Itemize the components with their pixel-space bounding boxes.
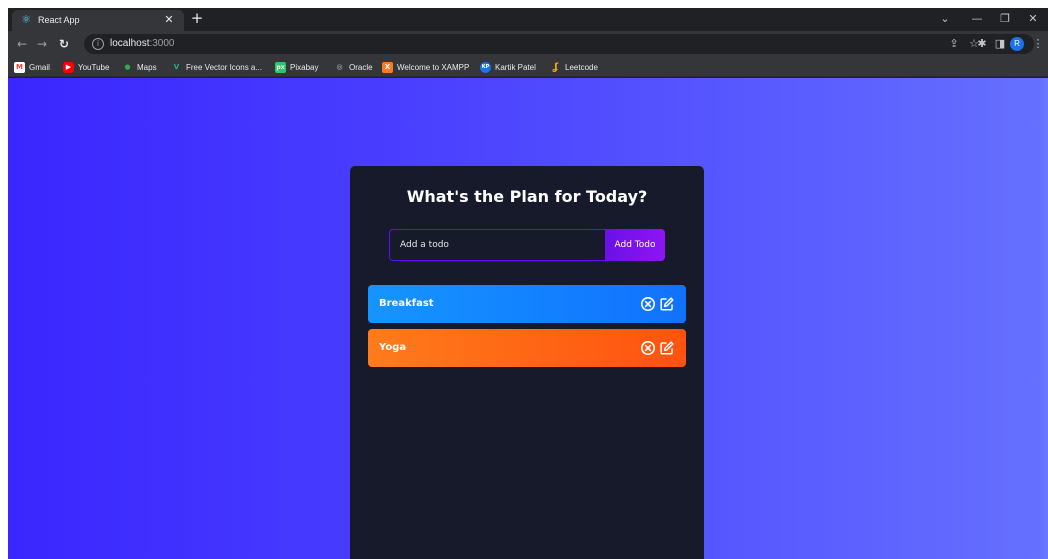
bookmark-maps[interactable]: ● Maps [122,60,157,74]
reload-icon[interactable]: ↻ [56,36,72,52]
bookmark-label: YouTube [78,62,110,72]
todo-form: Add Todo [389,229,665,261]
url-port: :3000 [149,38,175,49]
address-bar[interactable]: i localhost:3000 ⇪ ☆ [84,34,1034,54]
todo-text: Yoga [379,342,407,353]
edit-pencil-icon[interactable] [659,340,675,356]
minimize-icon[interactable]: — [966,11,988,27]
todo-text: Breakfast [379,298,434,309]
vector-icon: V [173,62,180,71]
xampp-icon: X [382,61,393,73]
url-host: localhost [110,38,150,49]
oracle-icon: ◎ [336,62,343,71]
bookmark-kartik-patel[interactable]: KP Kartik Patel [480,60,536,74]
tab-strip: ⚛ React App ✕ + ⌄ — ❐ ✕ [8,8,1048,31]
back-icon[interactable]: ← [14,36,30,52]
menu-kebab-icon[interactable]: ⋮ [1030,36,1046,52]
bookmark-label: Pixabay [290,62,319,72]
tab-search-chevron-icon[interactable]: ⌄ [934,11,956,27]
todo-row: Yoga [368,329,686,367]
browser-window: ⚛ React App ✕ + ⌄ — ❐ ✕ ← → ↻ i localhos… [8,8,1048,559]
tab-close-icon[interactable]: ✕ [162,13,176,27]
site-info-icon[interactable]: i [92,38,104,50]
pixabay-icon: px [275,61,286,73]
bookmark-free-vector-icons[interactable]: V Free Vector Icons a... [171,60,262,74]
delete-circle-x-icon[interactable] [640,296,656,312]
scrollbar[interactable] [1040,78,1048,559]
tab-title: React App [38,15,80,25]
url-text: localhost:3000 [110,37,175,51]
browser-toolbar: ← → ↻ i localhost:3000 ⇪ ☆ ✱ ◨ R ⋮ [8,31,1048,57]
forward-icon[interactable]: → [34,36,50,52]
tab-react-app[interactable]: ⚛ React App ✕ [12,10,184,31]
extensions-puzzle-icon[interactable]: ✱ [974,36,990,52]
page-viewport: What's the Plan for Today? Add Todo Brea… [8,78,1048,559]
bookmark-xampp[interactable]: X Welcome to XAMPP [382,60,469,74]
react-favicon-icon: ⚛ [21,13,31,26]
bookmark-oracle[interactable]: ◎ Oracle [334,60,373,74]
side-panel-icon[interactable]: ◨ [992,36,1008,52]
close-window-icon[interactable]: ✕ [1022,11,1044,27]
bookmark-label: Free Vector Icons a... [186,62,263,72]
share-icon[interactable]: ⇪ [946,36,962,52]
page-title: What's the Plan for Today? [406,187,648,206]
bookmark-label: Maps [137,62,157,72]
new-tab-icon[interactable]: + [189,11,205,27]
restore-icon[interactable]: ❐ [994,11,1016,27]
maps-icon: ● [124,62,131,71]
bookmark-pixabay[interactable]: px Pixabay [275,60,318,74]
bookmark-label: Gmail [29,62,50,72]
kartik-icon: KP [480,61,491,73]
todo-input[interactable] [389,229,607,261]
bookmark-youtube[interactable]: ▶ YouTube [63,60,109,74]
profile-avatar[interactable]: R [1010,37,1024,51]
todo-row: Breakfast [368,285,686,323]
bookmark-label: Leetcode [565,62,598,72]
bookmark-label: Oracle [349,62,373,72]
leetcode-icon: ʆ [552,61,559,73]
delete-circle-x-icon[interactable] [640,340,656,356]
bookmark-label: Kartik Patel [495,62,536,72]
bookmark-label: Welcome to XAMPP [397,62,470,72]
edit-pencil-icon[interactable] [659,296,675,312]
bookmark-gmail[interactable]: M Gmail [14,60,50,74]
youtube-icon: ▶ [63,61,74,73]
todo-app-card: What's the Plan for Today? Add Todo Brea… [350,166,704,559]
add-todo-button[interactable]: Add Todo [605,229,665,261]
gmail-icon: M [14,61,25,73]
bookmarks-bar: M Gmail ▶ YouTube ● Maps V Free Vector I… [8,57,1048,77]
bookmark-leetcode[interactable]: ʆ Leetcode [550,60,598,74]
